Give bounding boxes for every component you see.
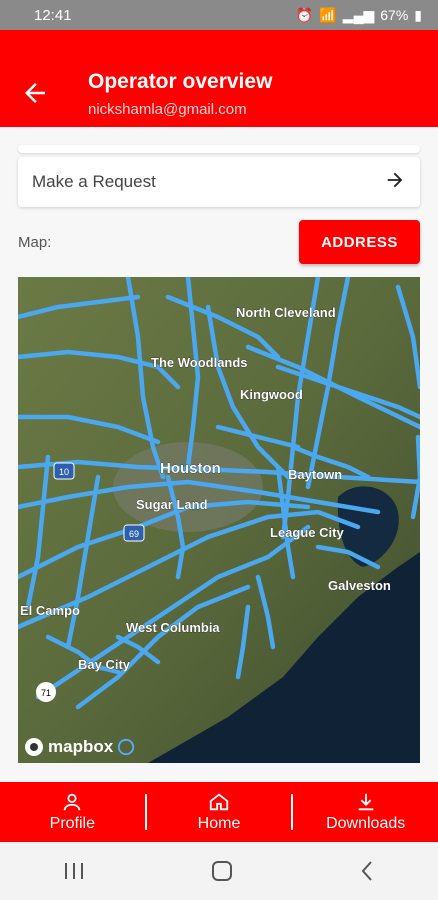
map-label-sugar-land: Sugar Land [136, 497, 208, 512]
map-label-galveston: Galveston [328, 578, 391, 593]
status-time: 12:41 [34, 6, 72, 24]
home-icon [209, 793, 229, 811]
svg-text:71: 71 [41, 688, 51, 698]
map-label-league-city: League City [270, 525, 344, 540]
back-system-icon[interactable] [359, 860, 375, 882]
download-icon [358, 793, 374, 811]
map-label-west-columbia: West Columbia [126, 620, 220, 635]
page-title: Operator overview [88, 70, 273, 93]
map-view[interactable]: North Cleveland The Woodlands Kingwood H… [18, 277, 420, 763]
nav-downloads[interactable]: Downloads [293, 782, 438, 842]
nav-profile[interactable]: Profile [0, 782, 145, 842]
info-icon[interactable] [117, 738, 135, 756]
user-email: nickshamla@gmail.com [88, 101, 247, 118]
home-system-icon[interactable] [211, 860, 233, 882]
nav-home[interactable]: Home [147, 782, 292, 842]
recent-apps-icon[interactable] [63, 861, 85, 881]
person-icon [64, 793, 81, 811]
battery-percent: 67% [380, 7, 409, 23]
arrow-right-icon [384, 169, 406, 196]
map-label-baytown: Baytown [288, 467, 342, 482]
nav-home-label: Home [197, 815, 241, 832]
bottom-navigation: Profile Home Downloads [0, 782, 438, 842]
system-navigation-bar [0, 842, 438, 900]
status-bar: 12:41 ⏰ 📶 ▂▄▆ 67% ▮ [0, 0, 438, 30]
map-label-el-campo: El Campo [20, 603, 80, 618]
wifi-icon: 📶 [319, 6, 337, 23]
mapbox-icon [25, 738, 43, 756]
map-label: Map: [18, 234, 52, 251]
svg-text:69: 69 [129, 529, 139, 539]
status-icons: ⏰ 📶 ▂▄▆ 67% ▮ [296, 7, 422, 24]
highway-shield-10: 10 [53, 462, 75, 480]
make-request-label: Make a Request [32, 172, 156, 191]
signal-icon: ▂▄▆ [342, 6, 375, 23]
highway-shield-71: 71 [36, 682, 56, 702]
nav-downloads-label: Downloads [326, 815, 406, 832]
address-button[interactable]: ADDRESS [299, 220, 420, 264]
map-label-bay-city: Bay City [78, 657, 131, 672]
map-label-north-cleveland: North Cleveland [236, 305, 336, 320]
nav-profile-label: Profile [49, 815, 96, 832]
mapbox-logo: mapbox [24, 737, 135, 757]
map-label-houston: Houston [160, 460, 221, 477]
highway-shield-69: 69 [123, 524, 145, 542]
battery-icon: ▮ [414, 6, 422, 23]
collapsed-card [18, 145, 420, 153]
alarm-icon: ⏰ [295, 6, 314, 23]
map-label-the-woodlands: The Woodlands [151, 355, 248, 370]
svg-text:10: 10 [59, 467, 69, 477]
make-request-button[interactable]: Make a Request [18, 157, 420, 207]
app-bar: Operator overview nickshamla@gmail.com [0, 30, 438, 127]
map-label-kingwood: Kingwood [240, 387, 303, 402]
mapbox-wordmark: mapbox [48, 737, 114, 756]
back-arrow-icon[interactable] [20, 78, 50, 108]
